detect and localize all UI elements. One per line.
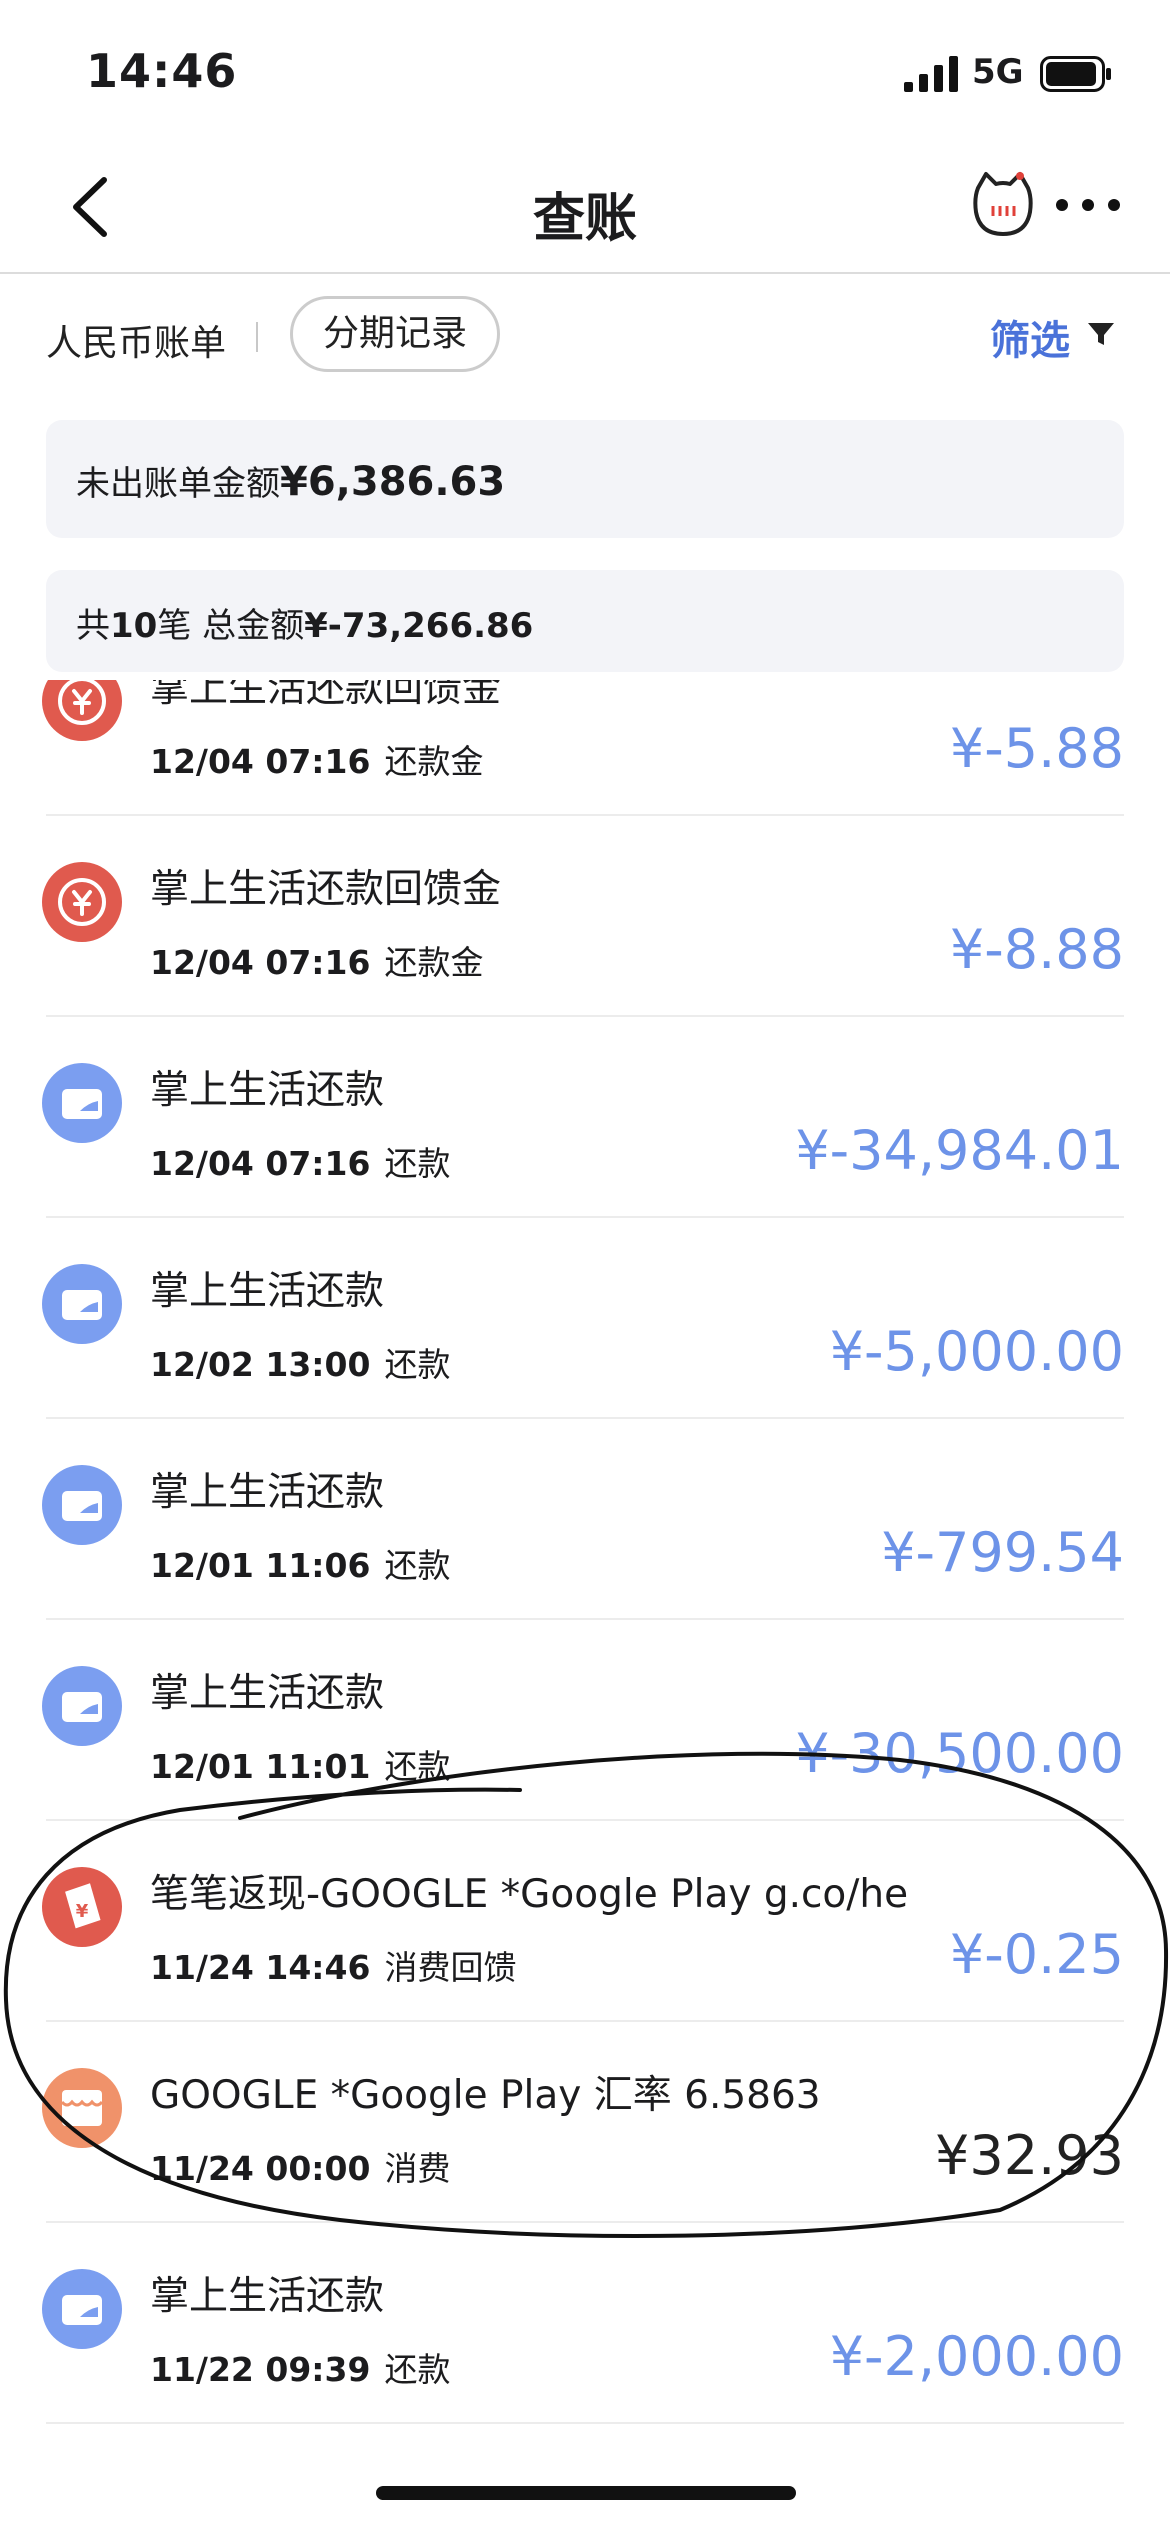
transaction-title: 掌上生活还款	[150, 1269, 385, 1314]
filter-funnel-icon[interactable]	[1086, 320, 1116, 348]
transaction-time: 12/04 07:16	[150, 943, 371, 982]
list-item[interactable]: 掌上生活还款 12/04 07:16 还款 ¥-34,984.01	[0, 1017, 1170, 1218]
count-suffix: 笔 总金额	[157, 606, 305, 646]
svg-text:¥: ¥	[76, 1901, 89, 1922]
list-item[interactable]: GOOGLE *Google Play 汇率 6.5863 11/24 00:0…	[0, 2022, 1170, 2223]
transaction-amount: ¥-2,000.00	[829, 2325, 1124, 2388]
transaction-meta: 12/01 11:06 还款	[150, 1539, 450, 1587]
transaction-title: 掌上生活还款回馈金	[150, 867, 502, 912]
transaction-type: 消费回馈	[384, 1948, 517, 1987]
transaction-time: 12/02 13:00	[150, 1345, 371, 1384]
network-type: 5G	[972, 52, 1024, 92]
transaction-amount: ¥-5,000.00	[829, 1320, 1124, 1383]
transaction-title: 掌上生活还款	[150, 1068, 385, 1113]
transaction-type: 还款金	[384, 742, 484, 781]
unbilled-label: 未出账单金额	[76, 464, 280, 504]
list-item[interactable]: 掌上生活还款回馈金 12/04 07:16 还款金 ¥-8.88	[0, 816, 1170, 1017]
list-item[interactable]: ¥ 笔笔返现-GOOGLE *Google Play g.co/he 11/24…	[0, 1821, 1170, 2022]
battery-icon	[1040, 56, 1111, 92]
transaction-amount: ¥-799.54	[881, 1521, 1124, 1584]
row-divider	[46, 2422, 1124, 2424]
transaction-type: 还款	[384, 2350, 451, 2389]
transaction-title: 掌上生活还款	[150, 2274, 385, 2319]
tabs-row: 人民币账单 分期记录 筛选	[0, 276, 1170, 396]
more-options-icon[interactable]	[1052, 190, 1124, 220]
tab-installment-records[interactable]: 分期记录	[290, 296, 500, 372]
transaction-type: 还款	[384, 1144, 451, 1183]
transaction-time: 12/04 07:16	[150, 1144, 371, 1183]
status-time: 14:46	[86, 44, 238, 98]
cashback-coin-icon	[42, 680, 122, 741]
filter-button[interactable]: 筛选	[990, 308, 1070, 366]
wallet-icon	[42, 1264, 122, 1344]
transaction-meta: 11/24 14:46 消费回馈	[150, 1941, 516, 1989]
transaction-type: 还款金	[384, 943, 484, 982]
transaction-type: 还款	[384, 1345, 451, 1384]
transaction-meta: 11/22 09:39 还款	[150, 2343, 450, 2391]
list-item[interactable]: 掌上生活还款 12/01 11:06 还款 ¥-799.54	[0, 1419, 1170, 1620]
transaction-meta: 12/02 13:00 还款	[150, 1338, 450, 1386]
signal-strength-icon	[904, 56, 958, 92]
home-indicator	[376, 2486, 796, 2500]
unbilled-summary: 未出账单金额¥6,386.63	[76, 456, 505, 505]
transaction-meta: 12/04 07:16 还款金	[150, 936, 483, 984]
total-summary-card: 共10笔 总金额¥-73,266.86	[46, 570, 1124, 672]
transaction-meta: 12/01 11:01 还款	[150, 1740, 450, 1788]
transaction-amount: ¥-30,500.00	[795, 1722, 1124, 1785]
transaction-type: 还款	[384, 1747, 451, 1786]
transaction-meta: 12/04 07:16 还款金	[150, 735, 483, 783]
transaction-time: 12/01 11:06	[150, 1546, 371, 1585]
tab-rmb-bill[interactable]: 人民币账单	[46, 314, 226, 366]
transaction-title: GOOGLE *Google Play 汇率 6.5863	[150, 2073, 821, 2118]
shop-icon	[42, 2068, 122, 2148]
wallet-icon	[42, 1063, 122, 1143]
list-item[interactable]: 掌上生活还款 12/01 11:01 还款 ¥-30,500.00	[0, 1620, 1170, 1821]
transaction-time: 11/22 09:39	[150, 2350, 371, 2389]
transaction-count: 10	[110, 606, 158, 646]
transaction-title: 笔笔返现-GOOGLE *Google Play g.co/he	[150, 1872, 909, 1917]
transaction-meta: 11/24 00:00 消费	[150, 2142, 450, 2190]
wallet-icon	[42, 2269, 122, 2349]
list-item[interactable]: 掌上生活还款 11/22 09:39 还款 ¥-2,000.00	[0, 2223, 1170, 2424]
transaction-type: 还款	[384, 1546, 451, 1585]
cashback-coin-icon	[42, 862, 122, 942]
transaction-time: 12/01 11:01	[150, 1747, 371, 1786]
nav-bar: 查账	[0, 140, 1170, 274]
transaction-amount: ¥-0.25	[949, 1923, 1124, 1986]
transaction-time: 11/24 00:00	[150, 2149, 371, 2188]
list-item[interactable]: 掌上生活还款 12/02 13:00 还款 ¥-5,000.00	[0, 1218, 1170, 1419]
transaction-title: 掌上生活还款	[150, 1470, 385, 1515]
transaction-amount: ¥-34,984.01	[795, 1119, 1124, 1182]
cashback-cup-icon: ¥	[42, 1867, 122, 1947]
unbilled-summary-card: 未出账单金额¥6,386.63	[46, 420, 1124, 538]
list-item[interactable]: 掌上生活还款回馈金 12/04 07:16 还款金 ¥-5.88	[0, 680, 1170, 816]
wallet-icon	[42, 1465, 122, 1545]
status-bar: 14:46 5G	[0, 0, 1170, 140]
transaction-time: 12/04 07:16	[150, 742, 371, 781]
wallet-icon	[42, 1666, 122, 1746]
transaction-amount: ¥-5.88	[949, 717, 1124, 780]
cat-mascot-icon[interactable]	[970, 170, 1036, 240]
transaction-amount: ¥-8.88	[949, 918, 1124, 981]
transaction-time: 11/24 14:46	[150, 1948, 371, 1987]
transaction-list: 掌上生活还款回馈金 12/04 07:16 还款金 ¥-5.88 掌上生活还款回馈…	[0, 680, 1170, 2440]
transaction-title: 掌上生活还款回馈金	[150, 680, 502, 711]
transaction-amount: ¥32.93	[935, 2124, 1124, 2187]
transaction-meta: 12/04 07:16 还款	[150, 1137, 450, 1185]
transaction-type: 消费	[384, 2149, 451, 2188]
total-summary: 共10笔 总金额¥-73,266.86	[76, 598, 533, 647]
total-amount: ¥-73,266.86	[304, 606, 534, 646]
tab-divider	[256, 322, 258, 352]
count-prefix: 共	[76, 606, 110, 646]
unbilled-amount: ¥6,386.63	[280, 459, 506, 505]
transaction-title: 掌上生活还款	[150, 1671, 385, 1716]
